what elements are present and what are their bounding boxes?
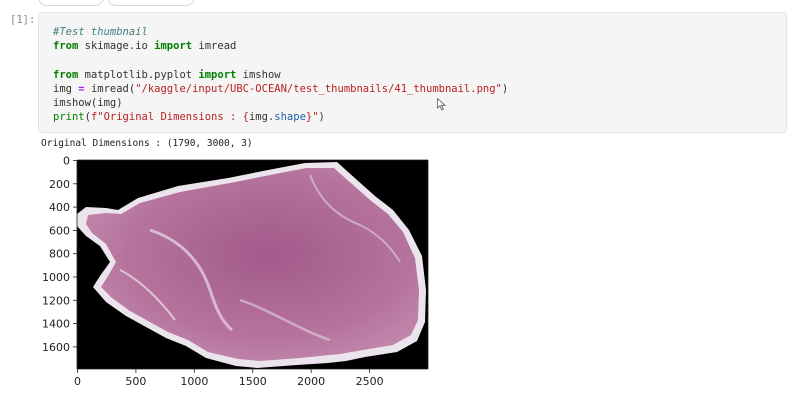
x-tick-label: 0 [74, 375, 81, 388]
x-tick-label: 1500 [239, 375, 267, 388]
x-axis-ticks: 0 500 1000 1500 2000 2500 [74, 369, 384, 388]
y-tick-label: 600 [49, 224, 70, 237]
y-tick-label: 1200 [42, 294, 70, 307]
x-tick-label: 500 [125, 375, 146, 388]
y-tick-label: 0 [63, 155, 70, 168]
y-tick-label: 800 [49, 248, 70, 261]
y-tick-label: 400 [49, 201, 70, 214]
x-tick-label: 2500 [356, 375, 384, 388]
y-tick-label: 1400 [42, 318, 70, 331]
imshow-plot: 0 500 1000 1500 2000 2500 0 200 400 600 800 1000 12… [42, 155, 429, 388]
y-tick-label: 200 [49, 178, 70, 191]
x-tick-label: 1000 [180, 375, 208, 388]
y-tick-label: 1000 [42, 271, 70, 284]
y-tick-label: 1600 [42, 341, 70, 354]
y-axis-ticks: 0 200 400 600 800 1000 1200 1400 1600 [42, 155, 77, 354]
x-tick-label: 2000 [297, 375, 325, 388]
